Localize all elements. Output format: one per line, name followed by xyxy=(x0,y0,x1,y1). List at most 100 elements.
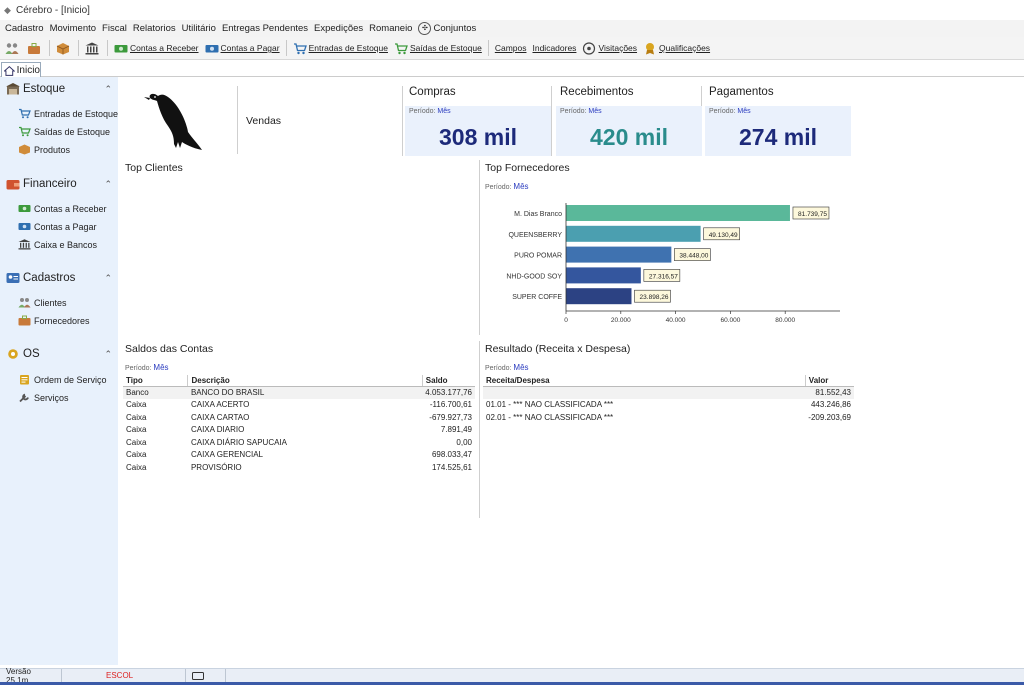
category-label: QUEENSBERRY xyxy=(508,232,562,239)
column-header[interactable]: Descrição xyxy=(187,375,423,387)
sidebar-item-ordem-servico[interactable]: Ordem de Serviço xyxy=(18,374,107,385)
menu-utilitario[interactable]: Utilitário xyxy=(179,23,219,34)
data-label: 49.130,49 xyxy=(709,232,738,239)
campos-tool-button[interactable]: Campos xyxy=(492,38,530,58)
app-window: ◆ Cérebro - [Inicio] Cadastro Movimento … xyxy=(0,0,1024,685)
table-row[interactable]: Caixa PROVISÓRIO 174.525,61 xyxy=(123,461,475,474)
menu-fiscal[interactable]: Fiscal xyxy=(99,23,130,34)
collapse-icon[interactable]: ⌃ xyxy=(104,84,112,95)
menu-romaneio[interactable]: Romaneio xyxy=(366,23,415,34)
x-tick-label: 20.000 xyxy=(611,317,631,324)
bar xyxy=(566,225,701,242)
table-row[interactable]: Caixa CAIXA GERENCIAL 698.033,47 xyxy=(123,449,475,462)
toolbar-separator xyxy=(78,40,79,56)
id-card-icon xyxy=(6,273,20,283)
top-fornecedores-chart: M. Dias Branco 81.739,75 QUEENSBERRY 49.130… xyxy=(506,203,840,324)
sidebar-item-entradas-estoque[interactable]: Entradas de Estoque xyxy=(18,108,118,119)
sidebar-group-cadastros[interactable]: Cadastros ⌃ xyxy=(6,272,112,284)
x-tick-label: 0 xyxy=(564,317,568,324)
kpi-periodo: Período: Mês xyxy=(709,108,751,115)
cart-out-icon xyxy=(394,42,408,54)
app-icon: ◆ xyxy=(4,5,11,15)
table-row[interactable]: 81.552,43 xyxy=(483,386,854,399)
menu-movimento[interactable]: Movimento xyxy=(47,23,99,34)
resultado-periodo[interactable]: Período: Mês xyxy=(485,363,529,372)
sidebar-item-produtos[interactable]: Produtos xyxy=(18,144,70,155)
sidebar-item-saidas-estoque[interactable]: Saídas de Estoque xyxy=(18,126,110,137)
visit-icon xyxy=(583,41,596,55)
sidebar-item-contas-pagar[interactable]: Contas a Pagar xyxy=(18,221,97,232)
table-row[interactable]: Caixa CAIXA DIARIO 7.891,49 xyxy=(123,424,475,437)
table-row[interactable]: Caixa CAIXA CARTAO -679.927,73 xyxy=(123,411,475,424)
data-label: 38.448,00 xyxy=(679,253,708,260)
table-row[interactable]: Caixa CAIXA DIÁRIO SAPUCAIA 0,00 xyxy=(123,436,475,449)
table-header-row: Receita/Despesa Valor xyxy=(483,375,854,387)
sidebar-group-financeiro[interactable]: Financeiro ⌃ xyxy=(6,178,112,190)
bar xyxy=(566,267,641,284)
toolbar-separator xyxy=(107,40,108,56)
collapse-icon[interactable]: ⌃ xyxy=(104,273,112,284)
contas-pagar-tool-button[interactable]: Contas a Pagar xyxy=(202,38,283,58)
table-row[interactable]: 01.01 - *** NAO CLASSIFICADA *** 443.246,… xyxy=(483,399,854,412)
toolbar-separator xyxy=(487,40,489,56)
x-tick-label: 80.000 xyxy=(775,317,795,324)
people-icon xyxy=(18,298,31,308)
column-header[interactable]: Saldo xyxy=(421,375,475,387)
visitacoes-tool-button[interactable]: Visitações xyxy=(579,38,640,58)
collapse-icon[interactable]: ⌃ xyxy=(104,349,112,360)
bar xyxy=(566,288,632,305)
table-row[interactable]: Banco BANCO DO BRASIL 4.053.177,76 xyxy=(123,386,475,399)
sidebar-group-os[interactable]: OS ⌃ xyxy=(6,348,112,360)
wrench-icon xyxy=(19,393,29,403)
fornecedores-tool-button[interactable] xyxy=(24,38,46,58)
clientes-tool-button[interactable] xyxy=(2,38,24,58)
column-header[interactable]: Valor xyxy=(804,375,854,387)
fornecedores-periodo[interactable]: Período: Mês xyxy=(485,182,529,191)
sidebar-group-estoque[interactable]: Estoque ⌃ xyxy=(6,83,112,95)
saidas-estoque-tool-button[interactable]: Saídas de Estoque xyxy=(391,38,485,58)
company-label: ESCOL xyxy=(62,668,186,683)
kpi-recebimentos[interactable]: Recebimentos Período: Mês 420 mil xyxy=(556,84,702,156)
column-header[interactable]: Tipo xyxy=(123,375,188,387)
tab-inicio[interactable]: Inicio xyxy=(1,62,41,78)
qualificacoes-tool-button[interactable]: Qualificações xyxy=(640,38,713,58)
menu-cadastro[interactable]: Cadastro xyxy=(2,23,47,34)
table-row[interactable]: 02.01 - *** NAO CLASSIFICADA *** -209.203… xyxy=(483,411,854,424)
medal-icon xyxy=(646,42,655,54)
table-row[interactable]: Caixa CAIXA ACERTO -116.700,61 xyxy=(123,399,475,412)
briefcase-icon xyxy=(28,42,40,54)
keyboard-icon xyxy=(192,671,204,680)
bar xyxy=(566,205,790,221)
dashboard-content xyxy=(118,77,1024,665)
menu-conjuntos[interactable]: ✣ Conjuntos xyxy=(415,22,479,35)
category-label: PURO POMAR xyxy=(514,253,562,260)
collapse-icon[interactable]: ⌃ xyxy=(104,179,112,190)
bird-logo xyxy=(144,93,202,150)
people-icon xyxy=(5,42,19,54)
box-icon xyxy=(19,144,30,155)
kpi-pagamentos[interactable]: Pagamentos Período: Mês 274 mil xyxy=(705,84,851,156)
category-label: SUPER COFFE xyxy=(512,294,562,301)
saldos-periodo[interactable]: Período: Mês xyxy=(125,363,169,372)
divider xyxy=(479,341,480,518)
indicadores-tool-button[interactable]: Indicadores xyxy=(529,38,579,58)
conjuntos-icon: ✣ xyxy=(418,22,432,35)
clipboard-icon xyxy=(20,375,29,385)
menu-expedicoes[interactable]: Expedições xyxy=(311,23,366,34)
column-header[interactable]: Receita/Despesa xyxy=(483,375,806,387)
caixa-bancos-tool-button[interactable] xyxy=(82,38,104,58)
sidebar-item-fornecedores[interactable]: Fornecedores xyxy=(18,315,90,326)
sidebar-item-caixa-bancos[interactable]: Caixa e Bancos xyxy=(18,239,97,250)
produtos-tool-button[interactable] xyxy=(53,38,75,58)
entradas-estoque-tool-button[interactable]: Entradas de Estoque xyxy=(290,38,391,58)
status-bar: Versão 25.1m ESCOL xyxy=(0,667,1024,685)
bar xyxy=(566,246,672,263)
cart-in-icon xyxy=(293,42,307,54)
sidebar-item-contas-receber[interactable]: Contas a Receber xyxy=(18,203,107,214)
sidebar-item-clientes[interactable]: Clientes xyxy=(18,297,67,308)
menu-entregas-pendentes[interactable]: Entregas Pendentes xyxy=(219,23,311,34)
kpi-compras[interactable]: Compras Período: Mês 308 mil xyxy=(405,84,551,156)
menu-relatorios[interactable]: Relatorios xyxy=(130,23,179,34)
sidebar-item-servicos[interactable]: Serviços xyxy=(18,392,69,403)
contas-receber-tool-button[interactable]: Contas a Receber xyxy=(111,38,202,58)
